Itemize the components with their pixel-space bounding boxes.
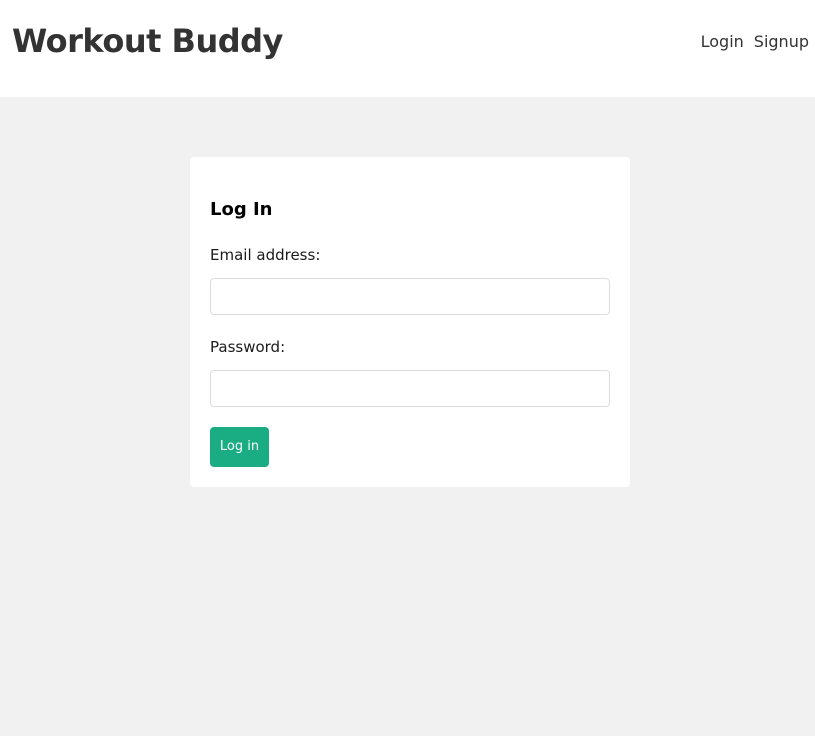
login-form: Log In Email address: Password: Log in xyxy=(190,157,630,487)
email-input[interactable] xyxy=(210,278,610,315)
nav-signup-link[interactable]: Signup xyxy=(754,30,809,54)
email-label: Email address: xyxy=(210,246,321,264)
password-input[interactable] xyxy=(210,370,610,407)
header-nav: Login Signup xyxy=(701,30,809,54)
login-button[interactable]: Log in xyxy=(210,427,269,467)
nav-login-link[interactable]: Login xyxy=(701,30,744,54)
site-header: Workout Buddy Login Signup xyxy=(0,0,815,97)
site-logo-title[interactable]: Workout Buddy xyxy=(12,20,283,62)
password-label: Password: xyxy=(210,338,286,356)
form-title: Log In xyxy=(210,199,273,220)
